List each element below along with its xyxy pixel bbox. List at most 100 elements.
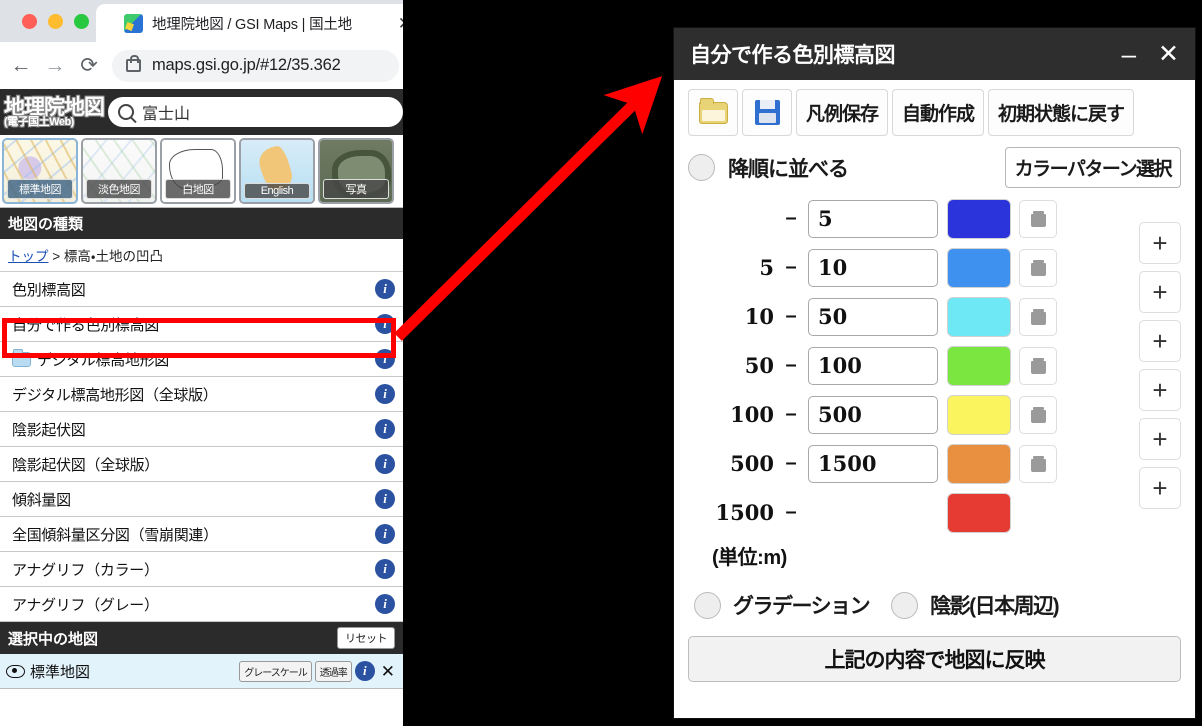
info-icon[interactable]: i xyxy=(375,454,395,474)
gsi-logo[interactable]: 地理院地図 (電子国土Web) xyxy=(4,97,105,128)
legend-row-color-swatch[interactable] xyxy=(948,444,1010,483)
visibility-eye-icon[interactable] xyxy=(6,664,25,678)
legend-row-to-input[interactable]: 10 xyxy=(808,248,938,287)
legend-row-to-input[interactable]: 1500 xyxy=(808,444,938,483)
save-legend-button[interactable]: 凡例保存 xyxy=(796,89,889,136)
add-row-button[interactable]: + xyxy=(1139,320,1181,362)
legend-row-to-input[interactable]: 50 xyxy=(808,297,938,336)
delete-row-button[interactable] xyxy=(1019,248,1057,287)
legend-row-color-swatch[interactable] xyxy=(948,346,1010,385)
map-type-row[interactable]: アナグリフ（グレー） i xyxy=(0,587,403,622)
legend-row-color-swatch[interactable] xyxy=(948,493,1010,532)
add-row-button[interactable]: + xyxy=(1139,369,1181,411)
basemap-thumb-standard-label: 標準地図 xyxy=(7,179,73,199)
dialog-titlebar[interactable]: 自分で作る色別標高図 – ✕ xyxy=(674,28,1195,80)
close-icon[interactable]: ✕ xyxy=(1158,41,1179,67)
shadow-radio[interactable] xyxy=(891,591,919,619)
info-icon[interactable]: i xyxy=(375,594,395,614)
add-row-button[interactable]: + xyxy=(1139,222,1181,264)
map-type-row[interactable]: デジタル標高地形図 i xyxy=(0,342,403,377)
auto-create-button[interactable]: 自動作成 xyxy=(892,89,985,136)
browser-tab[interactable]: 地理院地図 / GSI Maps | 国土地 ✕ xyxy=(96,4,403,42)
basemap-thumbnail-bar: 標準地図 淡色地図 白地図 English 写真 xyxy=(0,135,403,208)
maximize-window-button[interactable] xyxy=(74,14,89,29)
grayscale-button[interactable]: グレースケール xyxy=(239,660,312,682)
close-window-button[interactable] xyxy=(22,14,37,29)
legend-row: 1500– xyxy=(688,492,1181,533)
add-row-button[interactable]: + xyxy=(1139,467,1181,509)
open-file-button[interactable] xyxy=(688,89,738,136)
legend-row-color-swatch[interactable] xyxy=(948,395,1010,434)
delete-row-button[interactable] xyxy=(1019,395,1057,434)
info-icon[interactable]: i xyxy=(375,384,395,404)
breadcrumb: トップ > 標高・土地の凹凸 xyxy=(0,239,403,272)
legend-row-from: 100 xyxy=(730,402,774,427)
forward-icon[interactable]: → xyxy=(38,49,72,83)
add-row-button[interactable]: + xyxy=(1139,271,1181,313)
map-type-row[interactable]: 自分で作る色別標高図 i xyxy=(0,307,403,342)
basemap-thumb-english[interactable]: English xyxy=(239,138,315,204)
map-type-label: 自分で作る色別標高図 xyxy=(12,316,160,334)
info-icon[interactable]: i xyxy=(354,661,375,681)
screenshot-root: 地理院地図 / GSI Maps | 国土地 ✕ ← → ⟳ maps.gsi.… xyxy=(0,0,1202,726)
gradation-radio[interactable] xyxy=(694,591,721,619)
map-type-row[interactable]: 色別標高図 i xyxy=(0,272,403,307)
info-icon[interactable]: i xyxy=(375,279,395,299)
legend-row-dash: – xyxy=(785,403,797,425)
apply-to-map-button[interactable]: 上記の内容で地図に反映 xyxy=(688,636,1181,682)
map-type-row[interactable]: 陰影起伏図（全球版） i xyxy=(0,447,403,482)
map-type-row[interactable]: 全国傾斜量区分図（雪崩関連） i xyxy=(0,517,403,552)
delete-row-button[interactable] xyxy=(1019,444,1057,483)
selected-map-row[interactable]: 標準地図 グレースケール 透過率 i ✕ xyxy=(0,654,403,689)
legend-row-color-swatch[interactable] xyxy=(948,297,1010,336)
minimize-icon[interactable]: – xyxy=(1122,41,1136,67)
legend-row-to-input[interactable]: 100 xyxy=(808,346,938,385)
open-folder-icon xyxy=(698,97,728,124)
search-input[interactable]: 富士山 xyxy=(108,97,403,127)
info-icon[interactable]: i xyxy=(375,419,395,439)
map-type-row[interactable]: デジタル標高地形図（全球版） i xyxy=(0,377,403,412)
legend-row-to-input[interactable]: 5 xyxy=(808,199,938,238)
map-type-row[interactable]: アナグリフ（カラー） i xyxy=(0,552,403,587)
add-row-button[interactable]: + xyxy=(1139,418,1181,460)
reload-icon[interactable]: ⟳ xyxy=(72,49,106,83)
save-file-button[interactable] xyxy=(742,89,792,136)
basemap-thumb-blank[interactable]: 白地図 xyxy=(160,138,236,204)
trash-icon xyxy=(1030,406,1046,423)
legend-row-color-swatch[interactable] xyxy=(948,199,1010,238)
sort-descending-radio[interactable] xyxy=(688,154,715,181)
delete-row-button[interactable] xyxy=(1019,346,1057,385)
info-icon[interactable]: i xyxy=(375,349,395,369)
info-icon[interactable]: i xyxy=(375,314,395,334)
map-type-row[interactable]: 傾斜量図 i xyxy=(0,482,403,517)
info-icon[interactable]: i xyxy=(375,524,395,544)
legend-row: –5 xyxy=(688,198,1181,239)
opacity-button[interactable]: 透過率 xyxy=(314,660,352,682)
save-disk-icon xyxy=(754,100,780,125)
basemap-thumb-photo[interactable]: 写真 xyxy=(318,138,394,204)
breadcrumb-root-link[interactable]: トップ xyxy=(8,249,49,264)
info-icon[interactable]: i xyxy=(375,559,395,579)
basemap-thumb-standard[interactable]: 標準地図 xyxy=(2,138,78,204)
legend-row-dash: – xyxy=(785,305,797,327)
back-icon[interactable]: ← xyxy=(4,49,38,83)
basemap-thumb-pale[interactable]: 淡色地図 xyxy=(81,138,157,204)
window-traffic-lights[interactable] xyxy=(22,14,89,29)
map-type-row[interactable]: 陰影起伏図 i xyxy=(0,412,403,447)
remove-layer-icon[interactable]: ✕ xyxy=(381,663,395,680)
info-icon[interactable]: i xyxy=(375,489,395,509)
address-bar[interactable]: maps.gsi.go.jp/#12/35.362 xyxy=(112,49,399,82)
legend-row-color-swatch[interactable] xyxy=(948,248,1010,287)
minimize-window-button[interactable] xyxy=(48,14,63,29)
delete-row-button[interactable] xyxy=(1019,297,1057,336)
search-icon xyxy=(118,104,134,120)
legend-row-from: 10 xyxy=(744,304,774,329)
selected-maps-header-label: 選択中の地図 xyxy=(8,630,99,648)
close-tab-icon[interactable]: ✕ xyxy=(398,15,403,32)
reset-button[interactable]: リセット xyxy=(337,627,395,649)
legend-row-to-input[interactable]: 500 xyxy=(808,395,938,434)
reset-to-default-button[interactable]: 初期状態に戻す xyxy=(988,89,1135,136)
color-pattern-select[interactable]: カラーパターン選択 xyxy=(1004,147,1181,188)
delete-row-button[interactable] xyxy=(1019,199,1057,238)
dialog-body: 凡例保存 自動作成 初期状態に戻す 降順に並べる カラーパターン選択 + + + + +… xyxy=(674,80,1195,682)
